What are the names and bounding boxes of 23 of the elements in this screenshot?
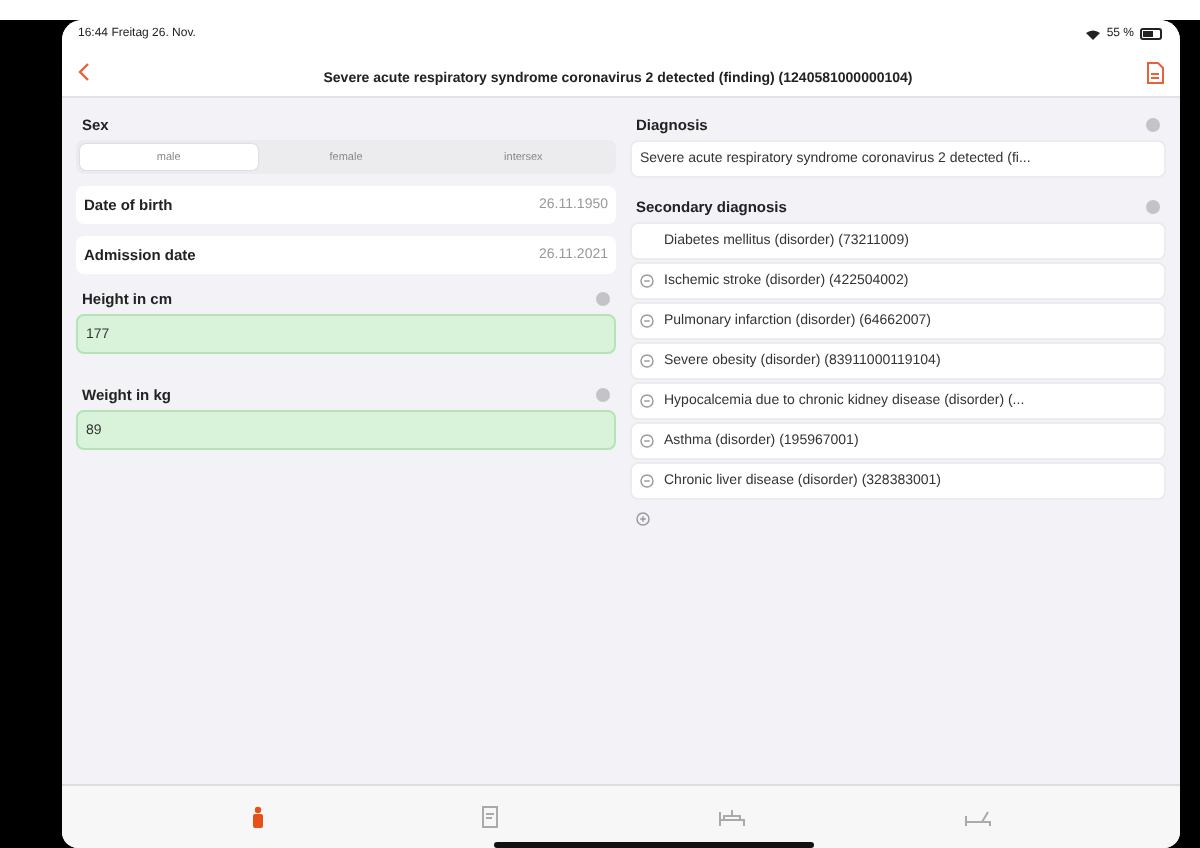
remove-icon[interactable] bbox=[640, 314, 654, 328]
tab-button[interactable] bbox=[481, 806, 499, 828]
clear-icon[interactable] bbox=[1146, 199, 1160, 213]
clear-icon[interactable] bbox=[596, 291, 610, 305]
tab-button[interactable] bbox=[251, 806, 263, 828]
back-button[interactable] bbox=[78, 62, 90, 82]
remove-icon[interactable] bbox=[640, 474, 654, 488]
add-icon[interactable] bbox=[636, 511, 650, 525]
bed-icon bbox=[963, 808, 991, 826]
remove-icon[interactable] bbox=[640, 434, 654, 448]
clipboard-icon bbox=[481, 806, 499, 828]
clear-icon[interactable] bbox=[1146, 117, 1160, 131]
clear-icon[interactable] bbox=[596, 387, 610, 401]
tab-button[interactable] bbox=[717, 808, 745, 826]
person-icon bbox=[251, 806, 263, 828]
remove-icon[interactable] bbox=[640, 274, 654, 288]
document-button[interactable] bbox=[1146, 61, 1164, 83]
tab-button[interactable] bbox=[963, 808, 991, 826]
remove-icon[interactable] bbox=[640, 354, 654, 368]
bed-icon bbox=[717, 808, 745, 826]
wifi-icon bbox=[1086, 29, 1101, 39]
battery-icon bbox=[1140, 28, 1164, 40]
remove-icon[interactable] bbox=[640, 394, 654, 408]
